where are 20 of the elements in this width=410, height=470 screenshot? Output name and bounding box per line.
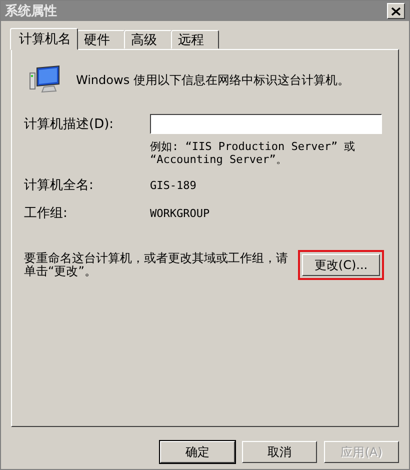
window-title: 系统属性 [5,2,57,20]
description-field[interactable] [150,114,382,134]
hint-text: 例如: “IIS Production Server” 或 [150,140,356,153]
rename-text: 要重命名这台计算机，或者更改其域或工作组，请单击“更改”。 [24,252,289,278]
tab[interactable]: 远程 [171,30,219,49]
tab[interactable]: 高级 [124,30,172,49]
tab[interactable]: 硬件 [77,30,125,49]
field-label: 计算机全名: [24,177,94,194]
close-icon [391,6,401,16]
workgroup-name: WORKGROUP [150,206,210,220]
dialog-button[interactable]: 确定 [160,441,235,463]
field-label: 计算机描述(D): [24,116,115,133]
intro-text: Windows 使用以下信息在网络中标识这台计算机。 [76,72,350,88]
change-button[interactable]: 更改(C)... [302,254,380,276]
dialog-button[interactable]: 取消 [242,441,317,463]
computer-name: GIS-189 [150,178,196,192]
tab[interactable]: 计算机名 [10,28,78,50]
hint-text: “Accounting Server”。 [150,153,288,166]
close-button[interactable] [387,3,405,19]
field-label: 工作组: [24,205,68,222]
